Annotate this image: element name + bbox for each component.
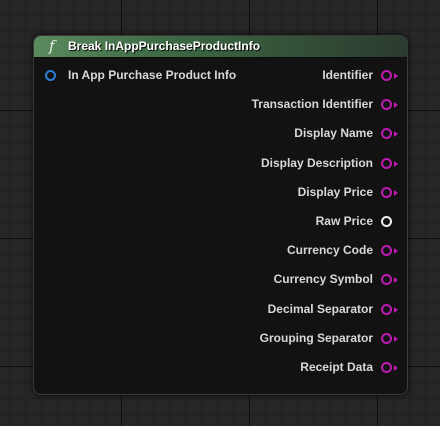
output-pin-grouping-separator[interactable] [381, 332, 392, 344]
pin-arrow-icon [394, 160, 398, 167]
output-pin-display-price[interactable] [381, 186, 392, 198]
output-label-decimal-separator: Decimal Separator [267, 301, 373, 316]
output-pin-transaction-identifier[interactable] [381, 99, 392, 111]
output-pin-display-name[interactable] [381, 128, 392, 140]
output-label-transaction-identifier: Transaction Identifier [251, 97, 373, 112]
output-pin-display-description[interactable] [381, 157, 392, 169]
output-pin-currency-code[interactable] [381, 245, 392, 257]
output-pins: Identifier Transaction Identifier Display … [34, 36, 407, 394]
break-struct-node[interactable]: f Break InAppPurchaseProductInfo In App … [33, 35, 408, 395]
output-label-grouping-separator: Grouping Separator [259, 330, 373, 345]
pin-arrow-icon [394, 102, 398, 109]
output-label-currency-code: Currency Code [286, 243, 373, 258]
pin-arrow-icon [394, 365, 398, 371]
output-pin-raw-price[interactable] [381, 216, 392, 227]
output-pin-currency-symbol[interactable] [381, 274, 392, 286]
pin-arrow-icon [394, 189, 398, 196]
output-label-receipt-data: Receipt Data [300, 360, 373, 374]
output-label-identifier: Identifier [322, 68, 373, 82]
pin-arrow-icon [394, 306, 398, 313]
output-label-raw-price: Raw Price [315, 214, 373, 228]
pin-arrow-icon [394, 131, 398, 138]
pin-arrow-icon [394, 73, 398, 79]
output-pin-identifier[interactable] [381, 70, 392, 81]
output-label-display-description: Display Description [260, 155, 373, 170]
pin-arrow-icon [394, 277, 398, 284]
output-label-display-price: Display Price [297, 184, 373, 199]
output-pin-receipt-data[interactable] [381, 362, 392, 373]
output-label-display-name: Display Name [294, 126, 373, 141]
output-pin-decimal-separator[interactable] [381, 303, 392, 315]
pin-arrow-icon [394, 335, 398, 342]
pin-arrow-icon [394, 248, 398, 255]
output-label-currency-symbol: Currency Symbol [273, 272, 373, 287]
